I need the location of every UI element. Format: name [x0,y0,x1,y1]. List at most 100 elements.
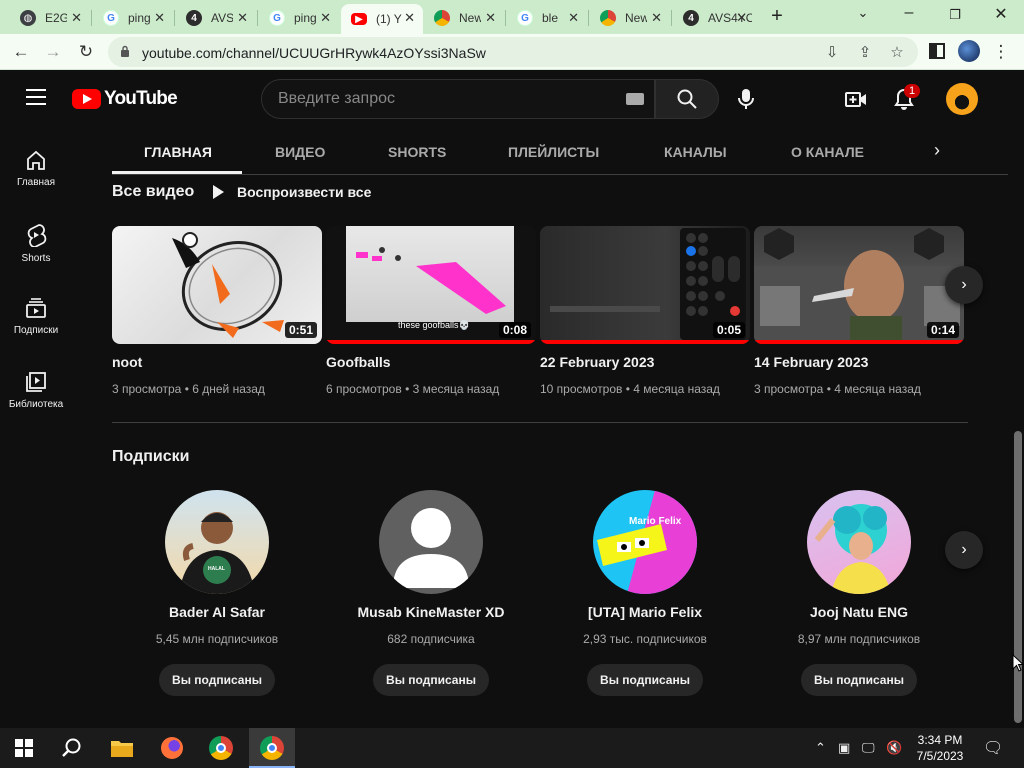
reload-icon[interactable]: ↻ [75,42,97,62]
subscribed-button[interactable]: Вы подписаны [373,664,489,696]
tray-app-icon[interactable]: ▣ [838,740,850,756]
page-scrollbar[interactable] [1012,71,1024,728]
shelf-title[interactable]: Подписки [112,448,189,466]
guide-item-library[interactable]: Библиотека [0,371,72,410]
channel-name[interactable]: Bader Al Safar [117,604,317,620]
browser-tab[interactable]: G ping ✕ [259,4,339,32]
search-icon[interactable] [59,736,85,760]
channel-avatar[interactable]: Mario Felix [593,490,697,594]
close-tab-icon[interactable]: ✕ [320,10,331,26]
restore-icon[interactable]: ❐ [940,7,970,23]
channel-avatar[interactable] [807,490,911,594]
channel-card[interactable]: Mario Felix [UTA] Mario Felix 2,93 тыс. … [545,490,745,696]
windows-start-icon[interactable] [11,736,37,760]
shelf-next-button[interactable]: › [945,531,983,569]
system-clock[interactable]: 3:34 PM 7/5/2023 [903,732,977,764]
close-tab-icon[interactable]: ✕ [651,10,662,26]
scrollbar-thumb[interactable] [1014,431,1022,723]
account-avatar[interactable] [946,83,978,115]
close-window-icon[interactable]: ✕ [986,4,1016,24]
search-button[interactable] [655,79,719,119]
video-card[interactable]: 0:51 noot 3 просмотра • 6 дней назад [112,226,322,396]
close-tab-icon[interactable]: ✕ [71,10,82,26]
video-title[interactable]: 14 February 2023 [754,354,964,370]
video-thumbnail[interactable]: these goofballs💀 0:08 [326,226,536,344]
guide-item-subscriptions[interactable]: Подписки [0,297,72,336]
close-tab-icon[interactable]: ✕ [154,10,165,26]
address-bar[interactable]: youtube.com/channel/UCUUGrHRywk4AzOYssi3… [108,37,918,67]
network-icon[interactable]: 🖵 [862,740,875,756]
browser-tab[interactable]: G ping ✕ [93,4,173,32]
tab-about[interactable]: О КАНАЛЕ [791,144,864,160]
show-hidden-icons-chevron-icon[interactable]: ⌃ [815,740,826,756]
video-card[interactable]: these goofballs💀 0:08 Goofballs 6 просмо… [326,226,536,396]
forward-arrow-icon[interactable]: → [42,42,64,62]
video-thumbnail[interactable]: 0:51 [112,226,322,344]
subscribed-button[interactable]: Вы подписаны [159,664,275,696]
play-all-button[interactable]: Воспроизвести все [213,184,371,200]
side-panel-icon[interactable] [926,43,948,64]
voice-search-button[interactable] [728,81,764,117]
back-arrow-icon[interactable]: ← [10,42,32,62]
share-icon[interactable]: ⇪ [855,43,875,61]
browser-tab[interactable]: 4 AVS4YO ✕ [673,4,755,32]
firefox-icon[interactable] [159,736,185,760]
browser-tab[interactable]: New ✕ [590,4,670,32]
browser-tab[interactable]: New ✕ [424,4,504,32]
channel-name[interactable]: Jooj Natu ENG [759,604,959,620]
video-card[interactable]: 0:05 22 February 2023 10 просмотров • 4 … [540,226,750,396]
keyboard-icon[interactable] [626,93,644,105]
menu-hamburger-icon[interactable] [26,89,46,105]
channel-card[interactable]: Jooj Natu ENG 8,97 млн подписчиков Вы по… [759,490,959,696]
chrome-icon[interactable] [208,736,234,760]
tab-search-chevron-icon[interactable]: ⌄ [848,5,878,21]
channel-card[interactable]: HALAL Bader Al Safar 5,45 млн подписчико… [117,490,317,696]
volume-muted-icon[interactable]: 🔇 [886,740,902,756]
browser-tab[interactable]: ◍ E2G ✕ [10,4,90,32]
chevron-right-icon[interactable]: › [934,140,940,161]
subscribed-button[interactable]: Вы подписаны [801,664,917,696]
guide-item-home[interactable]: Главная [0,149,72,188]
file-explorer-icon[interactable] [109,736,135,760]
close-tab-icon[interactable]: ✕ [736,10,747,26]
close-tab-icon[interactable]: ✕ [237,10,248,26]
channel-avatar[interactable] [379,490,483,594]
profile-avatar-icon[interactable] [958,40,980,62]
tab-playlists[interactable]: ПЛЕЙЛИСТЫ [508,144,599,160]
video-thumbnail[interactable]: 0:14 [754,226,964,344]
tab-home[interactable]: ГЛАВНАЯ [144,144,212,160]
tab-channels[interactable]: КАНАЛЫ [664,144,727,160]
subscriber-count: 2,93 тыс. подписчиков [583,632,707,646]
search-input[interactable]: Введите запрос [261,79,655,119]
chrome-profile-icon[interactable] [259,736,285,760]
notification-center-icon[interactable]: 🗨 [983,738,1003,758]
subscribed-button[interactable]: Вы подписаны [587,664,703,696]
close-tab-icon[interactable]: ✕ [485,10,496,26]
browser-tab[interactable]: 4 AVS ✕ [176,4,256,32]
channel-avatar[interactable]: HALAL [165,490,269,594]
shelf-next-button[interactable]: › [945,266,983,304]
youtube-logo[interactable]: YouTube [72,88,178,110]
channel-card[interactable]: Musab KineMaster XD 682 подписчика Вы по… [331,490,531,696]
video-title[interactable]: 22 February 2023 [540,354,750,370]
browser-tab[interactable]: G ble ✕ [507,4,587,32]
video-title[interactable]: Goofballs [326,354,536,370]
minimize-icon[interactable]: – [894,4,924,22]
install-app-icon[interactable]: ⇩ [822,43,842,61]
close-tab-icon[interactable]: ✕ [404,10,415,26]
tab-videos[interactable]: ВИДЕО [275,144,325,160]
chrome-menu-icon[interactable]: ⋮ [990,42,1012,62]
channel-name[interactable]: [UTA] Mario Felix [545,604,745,620]
tab-shorts[interactable]: SHORTS [388,144,446,160]
bookmark-star-icon[interactable]: ☆ [887,43,907,61]
new-tab-plus-icon[interactable]: + [762,5,792,28]
video-card[interactable]: 0:14 14 February 2023 3 просмотра • 4 ме… [754,226,964,396]
close-tab-icon[interactable]: ✕ [568,10,579,26]
shelf-title[interactable]: Все видео [112,183,194,201]
video-thumbnail[interactable]: 0:05 [540,226,750,344]
channel-name[interactable]: Musab KineMaster XD [331,604,531,620]
video-title[interactable]: noot [112,354,322,370]
browser-tab-active[interactable]: ▶ (1) Y ✕ [341,4,423,34]
create-video-button[interactable] [843,86,869,112]
guide-item-shorts[interactable]: Shorts [0,223,72,264]
